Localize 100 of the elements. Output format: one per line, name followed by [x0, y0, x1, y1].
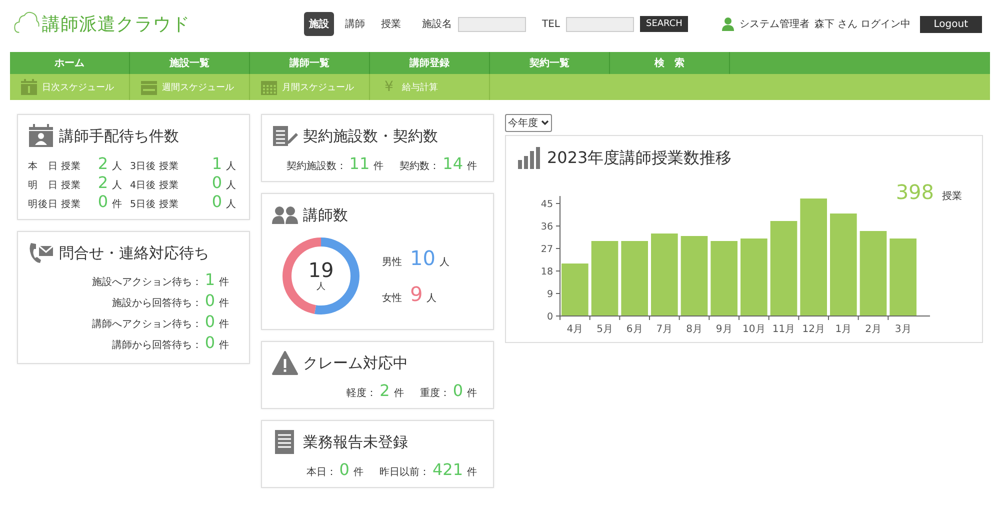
phone-mail-icon [28, 241, 54, 265]
x-tick-label: 9月 [716, 324, 732, 335]
x-tick-label: 5月 [596, 324, 613, 335]
count-value: 1 [204, 271, 215, 289]
search-tab[interactable]: 施設 [304, 12, 334, 36]
unit-label: 人 [112, 179, 122, 192]
cloud-icon [14, 10, 40, 34]
y-tick-label: 27 [540, 244, 553, 255]
count-value: 11 [349, 154, 370, 173]
x-tick-label: 1月 [835, 324, 852, 335]
unit-label: 人 [226, 198, 236, 211]
x-tick-label: 10月 [742, 324, 766, 335]
item-label: 施設へアクション待ち： [92, 276, 202, 290]
search-tab[interactable]: 授業 [376, 12, 406, 36]
item-label: 講師へアクション待ち： [92, 318, 202, 332]
unit-label: 件 [219, 339, 229, 353]
unit-label: 件 [467, 466, 477, 479]
item-label: 軽度： [346, 386, 377, 400]
item-label: 講師から回答待ち： [112, 338, 202, 353]
card-title: 問合せ・連絡対応待ち [59, 244, 209, 262]
x-tick-label: 4月 [566, 324, 584, 335]
count-value: 0 [339, 460, 350, 479]
count-value: 14 [442, 154, 463, 173]
logout-button[interactable]: Logout [920, 16, 982, 32]
unit-label: 人 [426, 292, 437, 305]
item-label: 本日： [306, 466, 336, 479]
count-value: 0 [204, 334, 215, 352]
logo-text: 講師派遣クラウド [42, 13, 190, 36]
year-select[interactable]: 今年度 [505, 114, 552, 132]
warning-icon [272, 351, 298, 375]
document-pencil-icon [272, 124, 298, 148]
legend-label: 男性 [382, 256, 402, 269]
field-label: TEL [542, 18, 560, 30]
user-icon [722, 17, 734, 31]
field-label: 施設名 [422, 18, 452, 31]
unit-label: 件 [112, 198, 122, 211]
calendar-icon [20, 79, 38, 95]
count-value: 9 [410, 282, 423, 306]
item-label: 重度： [420, 386, 450, 400]
login-status: 森下 さん ログイン中 [814, 18, 911, 31]
x-tick-label: 11月 [772, 324, 796, 335]
unit-label: 人 [112, 160, 122, 173]
item-label: 明後日 授業 [28, 198, 82, 211]
sub-nav-item[interactable]: 月間スケジュール [250, 74, 370, 100]
bar [562, 264, 588, 316]
count-value: 0 [96, 192, 108, 211]
card-title: 業務報告未登録 [303, 432, 408, 452]
input-field[interactable] [566, 16, 634, 32]
x-tick-label: 8月 [686, 324, 702, 335]
x-tick-label: 6月 [626, 324, 643, 335]
y-tick-label: 18 [540, 266, 553, 278]
unit-label: 件 [219, 318, 229, 332]
unit-label: 件 [219, 297, 229, 311]
search-tab[interactable]: 講師 [340, 12, 370, 36]
count-value: 1 [210, 154, 222, 173]
item-label: 本 日 授業 [28, 160, 82, 173]
unit-label: 件 [467, 160, 477, 173]
item-label: 4日後 授業 [130, 179, 180, 192]
y-tick-label: 0 [546, 312, 553, 322]
caret-icon [541, 120, 549, 126]
item-label: 契約施設数： [286, 160, 346, 173]
user-role: システム管理者 [739, 18, 810, 31]
sub-nav-item[interactable]: 日次スケジュール [10, 74, 130, 100]
card-title: 契約施設数・契約数 [303, 126, 438, 146]
calendar-person-icon [28, 124, 54, 148]
item-label: 昨日以前： [379, 466, 430, 479]
total-value: 398 [896, 180, 934, 204]
count-value: 421 [432, 460, 463, 479]
legend-label: 女性 [382, 292, 402, 305]
bar-chart-icon [516, 146, 542, 170]
item-label: 3日後 授業 [130, 160, 180, 173]
count-value: 0 [210, 192, 222, 211]
count-value: 2 [380, 381, 390, 400]
unit-label: 件 [394, 387, 404, 400]
yen-icon: ¥ [380, 79, 398, 95]
count-value: 0 [204, 292, 215, 310]
total-value: 19 [308, 260, 334, 280]
chart-title: 2023年度講師授業数推移 [547, 148, 732, 168]
card-title: 講師手配待ち件数 [59, 126, 179, 146]
calendar-icon [260, 79, 278, 95]
count-value: 0 [204, 313, 215, 331]
item-label: 明 日 授業 [28, 179, 82, 192]
input-field[interactable] [458, 16, 526, 32]
search-button[interactable]: SEARCH [640, 16, 688, 32]
sub-nav-item[interactable]: 週間スケジュール [130, 74, 250, 100]
count-value: 2 [96, 173, 108, 192]
unit-label: 授業 [942, 190, 962, 203]
unit-label: 人 [316, 280, 326, 292]
unit-label: 人 [226, 179, 236, 192]
sub-nav-item[interactable]: ¥ 給与計算 [370, 74, 490, 100]
x-tick-label: 12月 [802, 324, 825, 335]
unit-label: 人 [439, 256, 450, 269]
item-label: 契約数： [400, 160, 440, 173]
unit-label: 件 [219, 276, 229, 290]
x-tick-label: 7月 [656, 324, 673, 335]
card-title: 講師数 [303, 206, 348, 224]
card-title: クレーム対応中 [303, 354, 408, 372]
count-value: 2 [96, 154, 108, 173]
unit-label: 件 [467, 387, 477, 400]
item-label: 5日後 授業 [130, 198, 180, 211]
